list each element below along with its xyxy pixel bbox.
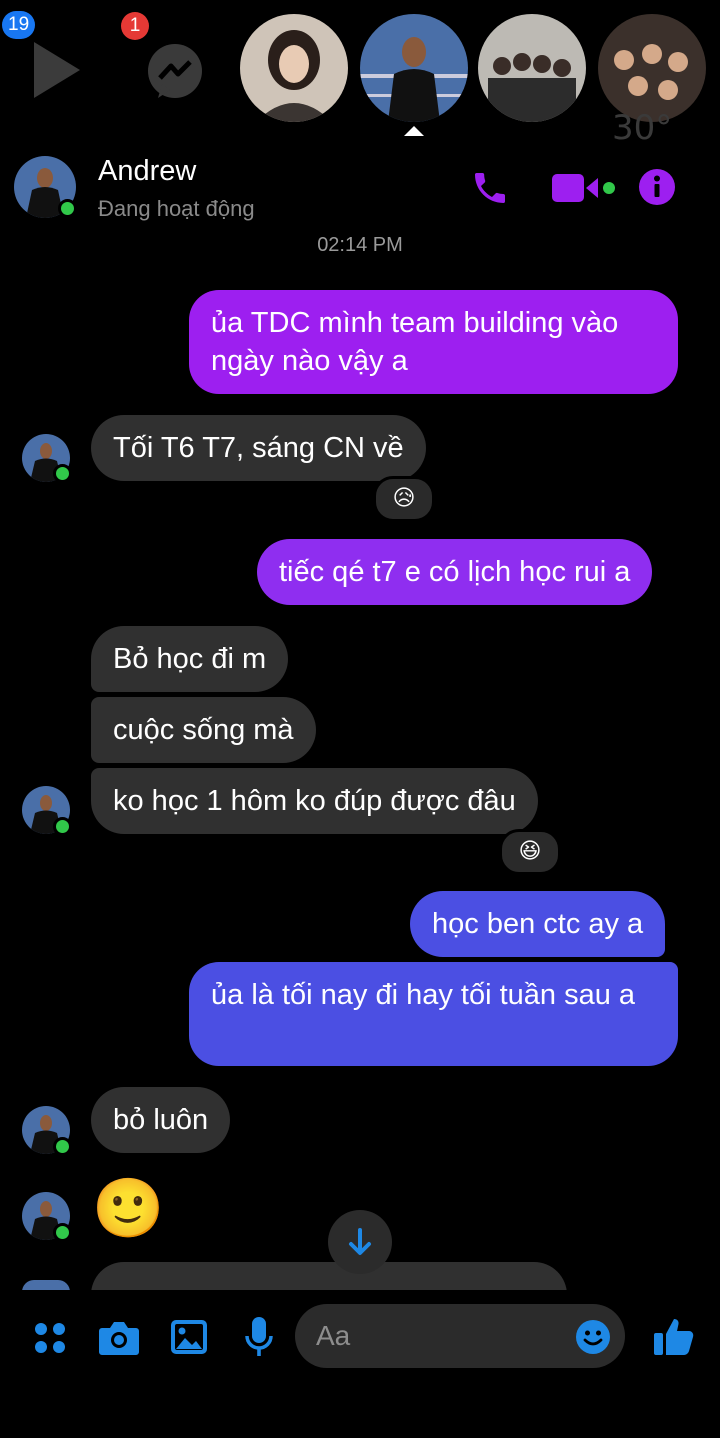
outgoing-message[interactable]: học ben ctc ay a — [410, 891, 666, 957]
online-indicator — [53, 1137, 72, 1156]
camera-icon[interactable] — [98, 1318, 140, 1358]
messenger-badge: 1 — [121, 12, 149, 40]
message-reaction[interactable]: 😥 — [373, 476, 435, 522]
outgoing-message[interactable]: tiếc qé t7 e có lịch học rui a — [257, 539, 653, 605]
chat-head-group-1[interactable] — [478, 14, 586, 122]
incoming-message[interactable]: ko học 1 hôm ko đúp được đâu — [91, 768, 538, 834]
incoming-message[interactable]: Tối T6 T7, sáng CN về — [91, 415, 426, 481]
video-call-icon[interactable] — [552, 170, 616, 206]
messenger-chat-head[interactable] — [140, 38, 210, 108]
arrow-down-icon — [349, 1228, 371, 1255]
online-indicator — [58, 199, 77, 218]
video-chat-head[interactable] — [22, 30, 92, 110]
chat-head-andrew[interactable] — [360, 14, 468, 122]
messenger-icon — [148, 44, 202, 98]
incoming-message[interactable]: bỏ luôn — [91, 1087, 231, 1153]
emoji-message[interactable]: 🙂 — [92, 1172, 164, 1244]
emoji-icon[interactable] — [575, 1319, 611, 1355]
incoming-message[interactable]: cuộc sống mà — [91, 697, 316, 763]
contact-name[interactable]: Andrew — [98, 155, 196, 188]
microphone-icon[interactable] — [244, 1316, 274, 1360]
info-icon[interactable] — [638, 168, 676, 206]
message-timestamp: 02:14 PM — [317, 234, 403, 256]
apps-icon[interactable] — [32, 1320, 68, 1356]
online-indicator — [53, 817, 72, 836]
thumbs-up-icon[interactable] — [652, 1314, 696, 1358]
chat-head-girl[interactable] — [240, 14, 348, 122]
video-badge: 19 — [2, 11, 36, 39]
outgoing-message[interactable]: ủa TDC mình team building vào ngày nào v… — [189, 290, 678, 394]
outgoing-message[interactable]: ủa là tối nay đi hay tối tuần sau a — [189, 962, 678, 1066]
play-icon — [34, 42, 80, 98]
contact-status: Đang hoạt động — [98, 196, 255, 221]
online-indicator — [53, 1223, 72, 1242]
weather-temp: 30° — [612, 108, 673, 148]
incoming-message[interactable]: Bỏ học đi m — [91, 626, 289, 692]
chat-heads-bar: 19 1 30° — [0, 0, 720, 148]
chat-head-group-2[interactable] — [598, 14, 706, 122]
phone-icon[interactable] — [470, 168, 510, 208]
image-icon[interactable] — [170, 1319, 208, 1355]
message-reaction[interactable]: 😆 — [499, 829, 561, 875]
active-chat-caret — [404, 126, 424, 136]
scroll-down-button[interactable] — [328, 1210, 392, 1274]
online-indicator — [53, 464, 72, 483]
message-input-placeholder[interactable]: Aa — [316, 1320, 350, 1352]
